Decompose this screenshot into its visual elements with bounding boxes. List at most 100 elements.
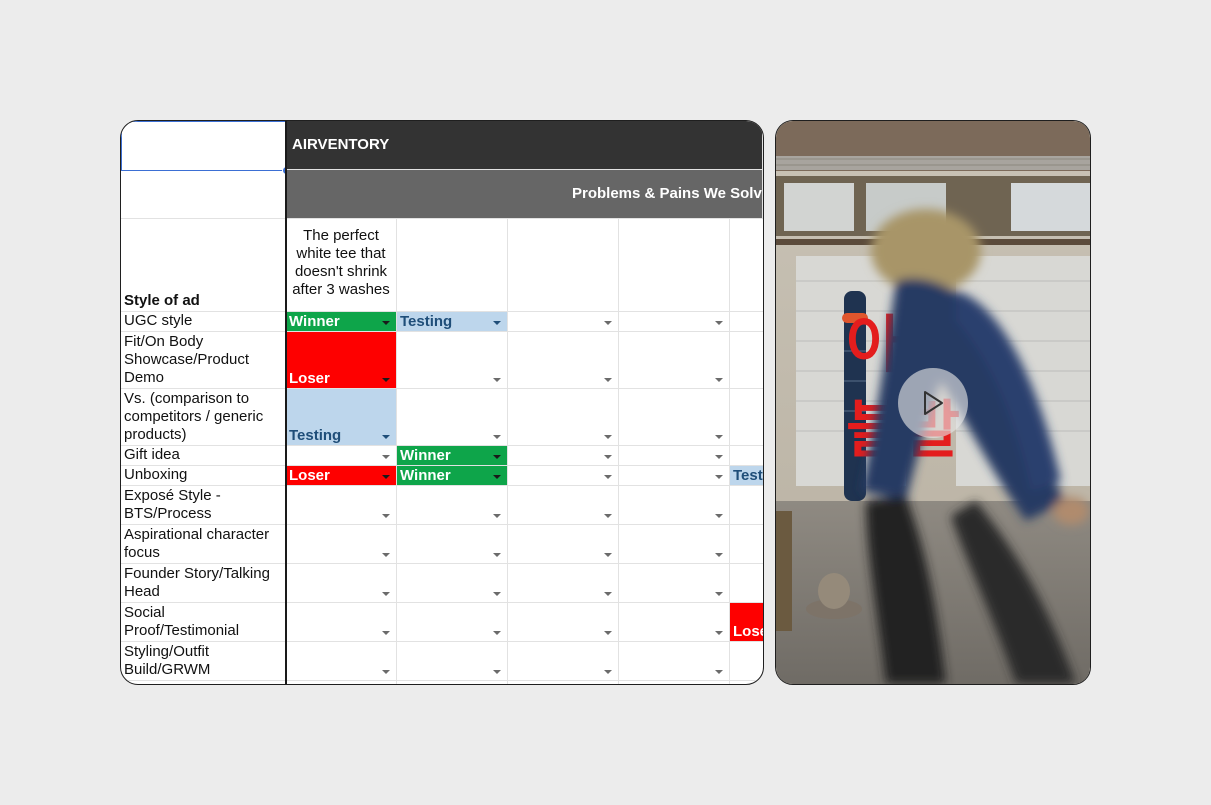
status-dropdown[interactable] xyxy=(286,486,397,525)
dropdown-arrow-icon[interactable] xyxy=(493,553,501,557)
status-dropdown[interactable] xyxy=(508,603,619,642)
status-dropdown[interactable] xyxy=(286,642,397,681)
status-dropdown[interactable] xyxy=(508,446,619,466)
column-header[interactable]: The perfect white tee that doesn't shrin… xyxy=(286,219,397,312)
dropdown-arrow-icon[interactable] xyxy=(382,592,390,596)
status-dropdown[interactable] xyxy=(730,564,763,603)
status-dropdown[interactable] xyxy=(508,389,619,446)
dropdown-arrow-icon[interactable] xyxy=(715,670,723,674)
dropdown-arrow-icon[interactable] xyxy=(715,455,723,459)
status-dropdown[interactable] xyxy=(397,564,508,603)
dropdown-arrow-icon[interactable] xyxy=(604,378,612,382)
dropdown-arrow-icon[interactable] xyxy=(493,378,501,382)
dropdown-arrow-icon[interactable] xyxy=(382,321,390,325)
status-dropdown[interactable] xyxy=(730,332,763,389)
dropdown-arrow-icon[interactable] xyxy=(715,592,723,596)
dropdown-arrow-icon[interactable] xyxy=(382,475,390,479)
dropdown-arrow-icon[interactable] xyxy=(604,670,612,674)
status-dropdown[interactable] xyxy=(508,681,619,684)
status-dropdown[interactable] xyxy=(619,525,730,564)
status-dropdown[interactable] xyxy=(397,603,508,642)
status-dropdown[interactable] xyxy=(286,603,397,642)
selected-cell[interactable] xyxy=(121,121,286,171)
dropdown-arrow-icon[interactable] xyxy=(604,455,612,459)
status-dropdown[interactable]: Winner xyxy=(397,466,508,486)
status-dropdown[interactable] xyxy=(619,332,730,389)
dropdown-arrow-icon[interactable] xyxy=(382,435,390,439)
dropdown-arrow-icon[interactable] xyxy=(715,631,723,635)
column-header[interactable] xyxy=(508,219,619,312)
dropdown-arrow-icon[interactable] xyxy=(493,670,501,674)
status-dropdown[interactable] xyxy=(508,564,619,603)
dropdown-arrow-icon[interactable] xyxy=(604,631,612,635)
status-dropdown[interactable]: Winner xyxy=(397,446,508,466)
dropdown-arrow-icon[interactable] xyxy=(493,514,501,518)
status-dropdown[interactable]: Loser xyxy=(286,332,397,389)
dropdown-arrow-icon[interactable] xyxy=(493,475,501,479)
dropdown-arrow-icon[interactable] xyxy=(493,321,501,325)
status-dropdown[interactable] xyxy=(397,332,508,389)
status-dropdown[interactable]: Loser xyxy=(730,603,763,642)
dropdown-arrow-icon[interactable] xyxy=(493,435,501,439)
status-dropdown[interactable] xyxy=(730,446,763,466)
dropdown-arrow-icon[interactable] xyxy=(382,670,390,674)
status-dropdown[interactable] xyxy=(619,466,730,486)
video-player[interactable]: 아이 블발 xyxy=(775,120,1091,685)
dropdown-arrow-icon[interactable] xyxy=(382,553,390,557)
status-dropdown[interactable] xyxy=(730,312,763,332)
dropdown-arrow-icon[interactable] xyxy=(382,514,390,518)
play-button[interactable] xyxy=(898,368,968,438)
dropdown-arrow-icon[interactable] xyxy=(715,435,723,439)
dropdown-arrow-icon[interactable] xyxy=(715,378,723,382)
status-dropdown[interactable] xyxy=(730,642,763,681)
status-dropdown[interactable]: Winner xyxy=(286,312,397,332)
status-dropdown[interactable] xyxy=(619,603,730,642)
dropdown-arrow-icon[interactable] xyxy=(715,475,723,479)
status-dropdown[interactable] xyxy=(730,681,763,684)
dropdown-arrow-icon[interactable] xyxy=(493,631,501,635)
column-header[interactable] xyxy=(619,219,730,312)
status-dropdown[interactable] xyxy=(397,486,508,525)
dropdown-arrow-icon[interactable] xyxy=(493,592,501,596)
status-dropdown[interactable] xyxy=(397,642,508,681)
status-dropdown[interactable] xyxy=(619,389,730,446)
dropdown-arrow-icon[interactable] xyxy=(382,455,390,459)
column-header[interactable] xyxy=(730,219,763,312)
status-dropdown[interactable] xyxy=(619,642,730,681)
column-header[interactable] xyxy=(397,219,508,312)
dropdown-arrow-icon[interactable] xyxy=(604,553,612,557)
dropdown-arrow-icon[interactable] xyxy=(715,321,723,325)
dropdown-arrow-icon[interactable] xyxy=(493,455,501,459)
status-dropdown[interactable]: Testing xyxy=(730,466,763,486)
status-dropdown[interactable] xyxy=(286,446,397,466)
status-dropdown[interactable] xyxy=(619,446,730,466)
status-dropdown[interactable] xyxy=(730,525,763,564)
dropdown-arrow-icon[interactable] xyxy=(604,475,612,479)
dropdown-arrow-icon[interactable] xyxy=(604,514,612,518)
status-dropdown[interactable] xyxy=(286,564,397,603)
dropdown-arrow-icon[interactable] xyxy=(382,378,390,382)
dropdown-arrow-icon[interactable] xyxy=(715,553,723,557)
status-dropdown[interactable]: Testing xyxy=(397,312,508,332)
status-dropdown[interactable] xyxy=(397,389,508,446)
status-dropdown[interactable] xyxy=(619,486,730,525)
status-dropdown[interactable] xyxy=(619,564,730,603)
status-dropdown[interactable] xyxy=(397,525,508,564)
status-dropdown[interactable] xyxy=(619,681,730,684)
dropdown-arrow-icon[interactable] xyxy=(604,592,612,596)
status-dropdown[interactable] xyxy=(508,486,619,525)
status-dropdown[interactable] xyxy=(508,642,619,681)
dropdown-arrow-icon[interactable] xyxy=(715,514,723,518)
dropdown-arrow-icon[interactable] xyxy=(604,321,612,325)
status-dropdown[interactable] xyxy=(508,525,619,564)
status-dropdown[interactable] xyxy=(508,312,619,332)
status-dropdown[interactable] xyxy=(508,332,619,389)
dropdown-arrow-icon[interactable] xyxy=(604,435,612,439)
dropdown-arrow-icon[interactable] xyxy=(382,631,390,635)
status-dropdown[interactable] xyxy=(619,312,730,332)
status-dropdown[interactable] xyxy=(286,681,397,684)
status-dropdown[interactable] xyxy=(730,389,763,446)
status-dropdown[interactable]: Loser xyxy=(286,466,397,486)
status-dropdown[interactable] xyxy=(286,525,397,564)
status-dropdown[interactable] xyxy=(397,681,508,684)
